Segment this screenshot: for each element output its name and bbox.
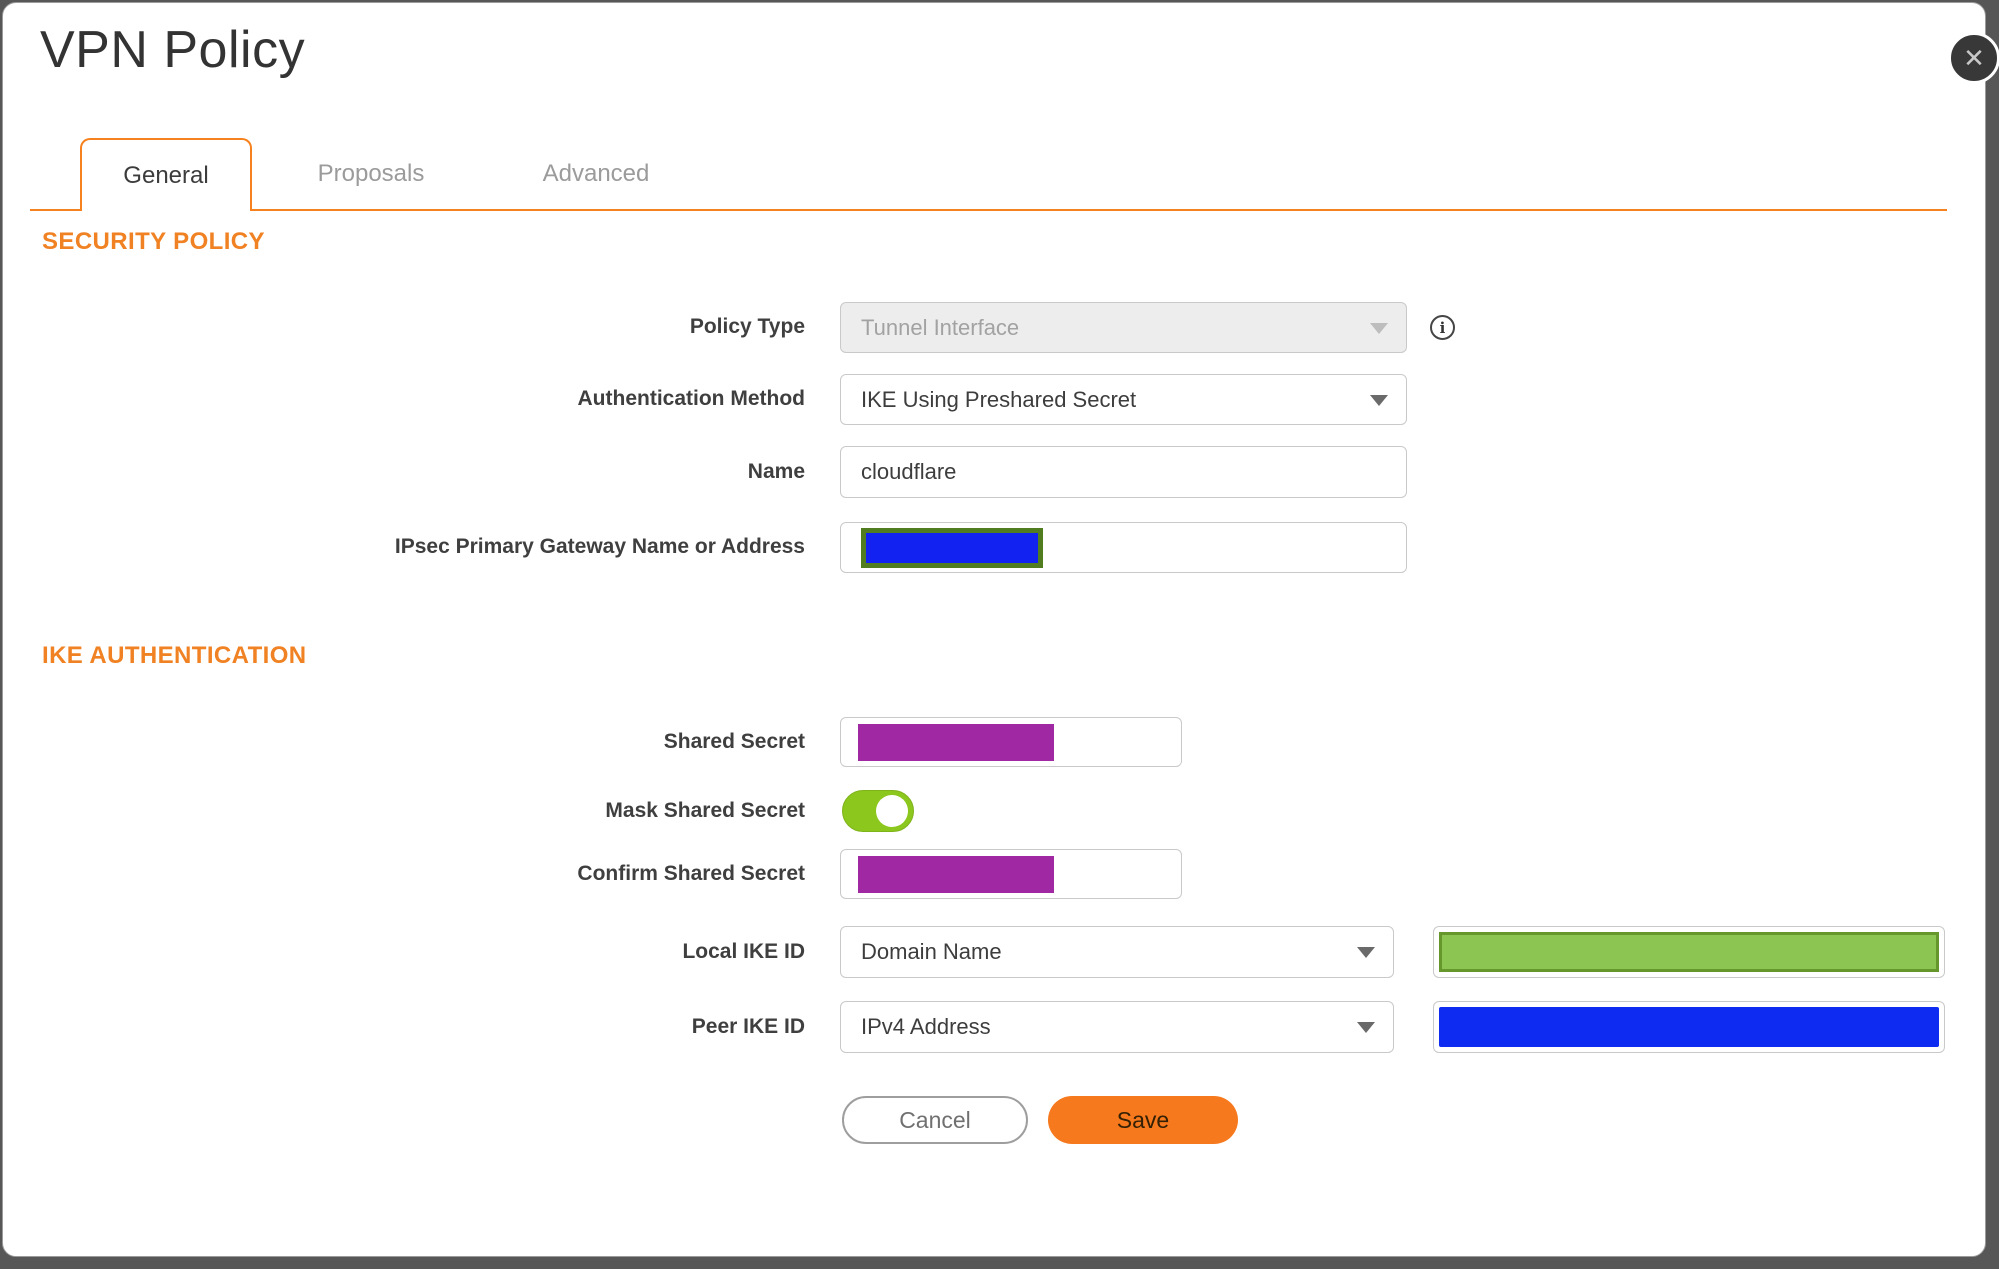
confirm-shared-secret-value-redaction	[858, 856, 1054, 893]
local-ike-id-value-input[interactable]	[1433, 926, 1945, 978]
info-icon[interactable]: i	[1430, 315, 1455, 340]
peer-ike-id-label: Peer IKE ID	[691, 1015, 805, 1038]
authentication-method-value: IKE Using Preshared Secret	[861, 386, 1137, 412]
tab-general-label: General	[123, 161, 209, 189]
policy-type-label: Policy Type	[689, 315, 805, 338]
authentication-method-select[interactable]: IKE Using Preshared Secret	[840, 374, 1407, 425]
mask-shared-secret-toggle[interactable]	[842, 790, 914, 832]
dialog-title: VPN Policy	[40, 21, 306, 79]
peer-ike-id-value-redaction	[1439, 1007, 1939, 1047]
tab-advanced[interactable]: Advanced	[511, 138, 681, 210]
shared-secret-value-redaction	[858, 724, 1054, 761]
tab-advanced-label: Advanced	[542, 160, 650, 187]
cancel-button[interactable]: Cancel	[842, 1096, 1028, 1144]
name-input[interactable]	[840, 446, 1407, 498]
tab-proposals[interactable]: Proposals	[281, 138, 461, 210]
gateway-label: IPsec Primary Gateway Name or Address	[394, 535, 805, 558]
local-ike-id-value-redaction	[1439, 932, 1939, 972]
local-ike-id-select[interactable]: Domain Name	[840, 926, 1394, 978]
page-background: ✕ VPN Policy General Proposals Advanced …	[0, 0, 1999, 1269]
confirm-shared-secret-input[interactable]	[840, 849, 1182, 899]
authentication-method-label: Authentication Method	[577, 387, 805, 410]
dropdown-arrow-icon	[1370, 322, 1388, 334]
policy-type-select[interactable]: Tunnel Interface	[840, 302, 1407, 353]
dropdown-arrow-icon	[1370, 394, 1388, 406]
section-security-policy: SECURITY POLICY	[42, 228, 265, 255]
section-ike-authentication: IKE AUTHENTICATION	[42, 642, 307, 669]
local-ike-id-label: Local IKE ID	[682, 940, 805, 963]
tab-general[interactable]: General	[80, 138, 252, 211]
info-icon-glyph: i	[1439, 318, 1446, 337]
peer-ike-id-select[interactable]: IPv4 Address	[840, 1001, 1394, 1053]
shared-secret-input[interactable]	[840, 717, 1182, 767]
close-icon: ✕	[1963, 43, 1985, 73]
toggle-knob	[876, 795, 908, 827]
mask-shared-secret-label: Mask Shared Secret	[605, 799, 805, 822]
close-button[interactable]: ✕	[1948, 32, 1999, 84]
name-label: Name	[747, 460, 805, 483]
shared-secret-label: Shared Secret	[663, 730, 805, 753]
dropdown-arrow-icon	[1357, 1022, 1375, 1033]
gateway-input[interactable]	[840, 522, 1407, 573]
peer-ike-id-value: IPv4 Address	[861, 1014, 991, 1039]
confirm-shared-secret-label: Confirm Shared Secret	[577, 862, 805, 885]
gateway-value-redaction	[861, 528, 1043, 568]
policy-type-value: Tunnel Interface	[861, 314, 1020, 340]
dropdown-arrow-icon	[1357, 947, 1375, 958]
save-button[interactable]: Save	[1048, 1096, 1238, 1144]
peer-ike-id-value-input[interactable]	[1433, 1001, 1945, 1053]
local-ike-id-value: Domain Name	[861, 939, 1002, 964]
tab-proposals-label: Proposals	[317, 160, 425, 187]
